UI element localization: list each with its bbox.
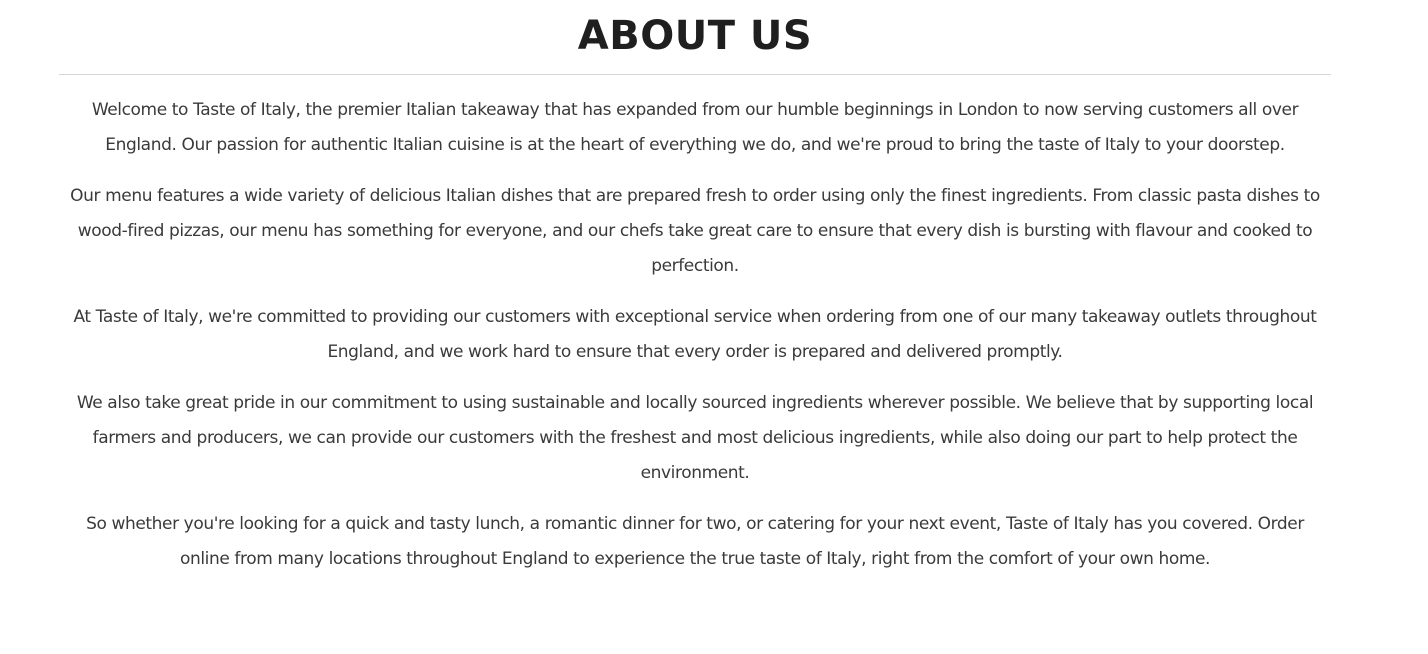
- about-paragraph-closing: So whether you're looking for a quick an…: [86, 514, 1304, 569]
- about-paragraph-welcome: Welcome to Taste of Italy, the premier I…: [91, 100, 1299, 155]
- page-title: ABOUT US: [59, 0, 1331, 75]
- about-body: Welcome to Taste of Italy, the premier I…: [59, 75, 1331, 577]
- about-section: ABOUT US Welcome to Taste of Italy, the …: [59, 0, 1331, 593]
- about-paragraph-sustainability: We also take great pride in our commitme…: [76, 393, 1314, 483]
- about-paragraph-menu: Our menu features a wide variety of deli…: [70, 186, 1320, 276]
- about-paragraph-service: At Taste of Italy, we're committed to pr…: [73, 307, 1317, 362]
